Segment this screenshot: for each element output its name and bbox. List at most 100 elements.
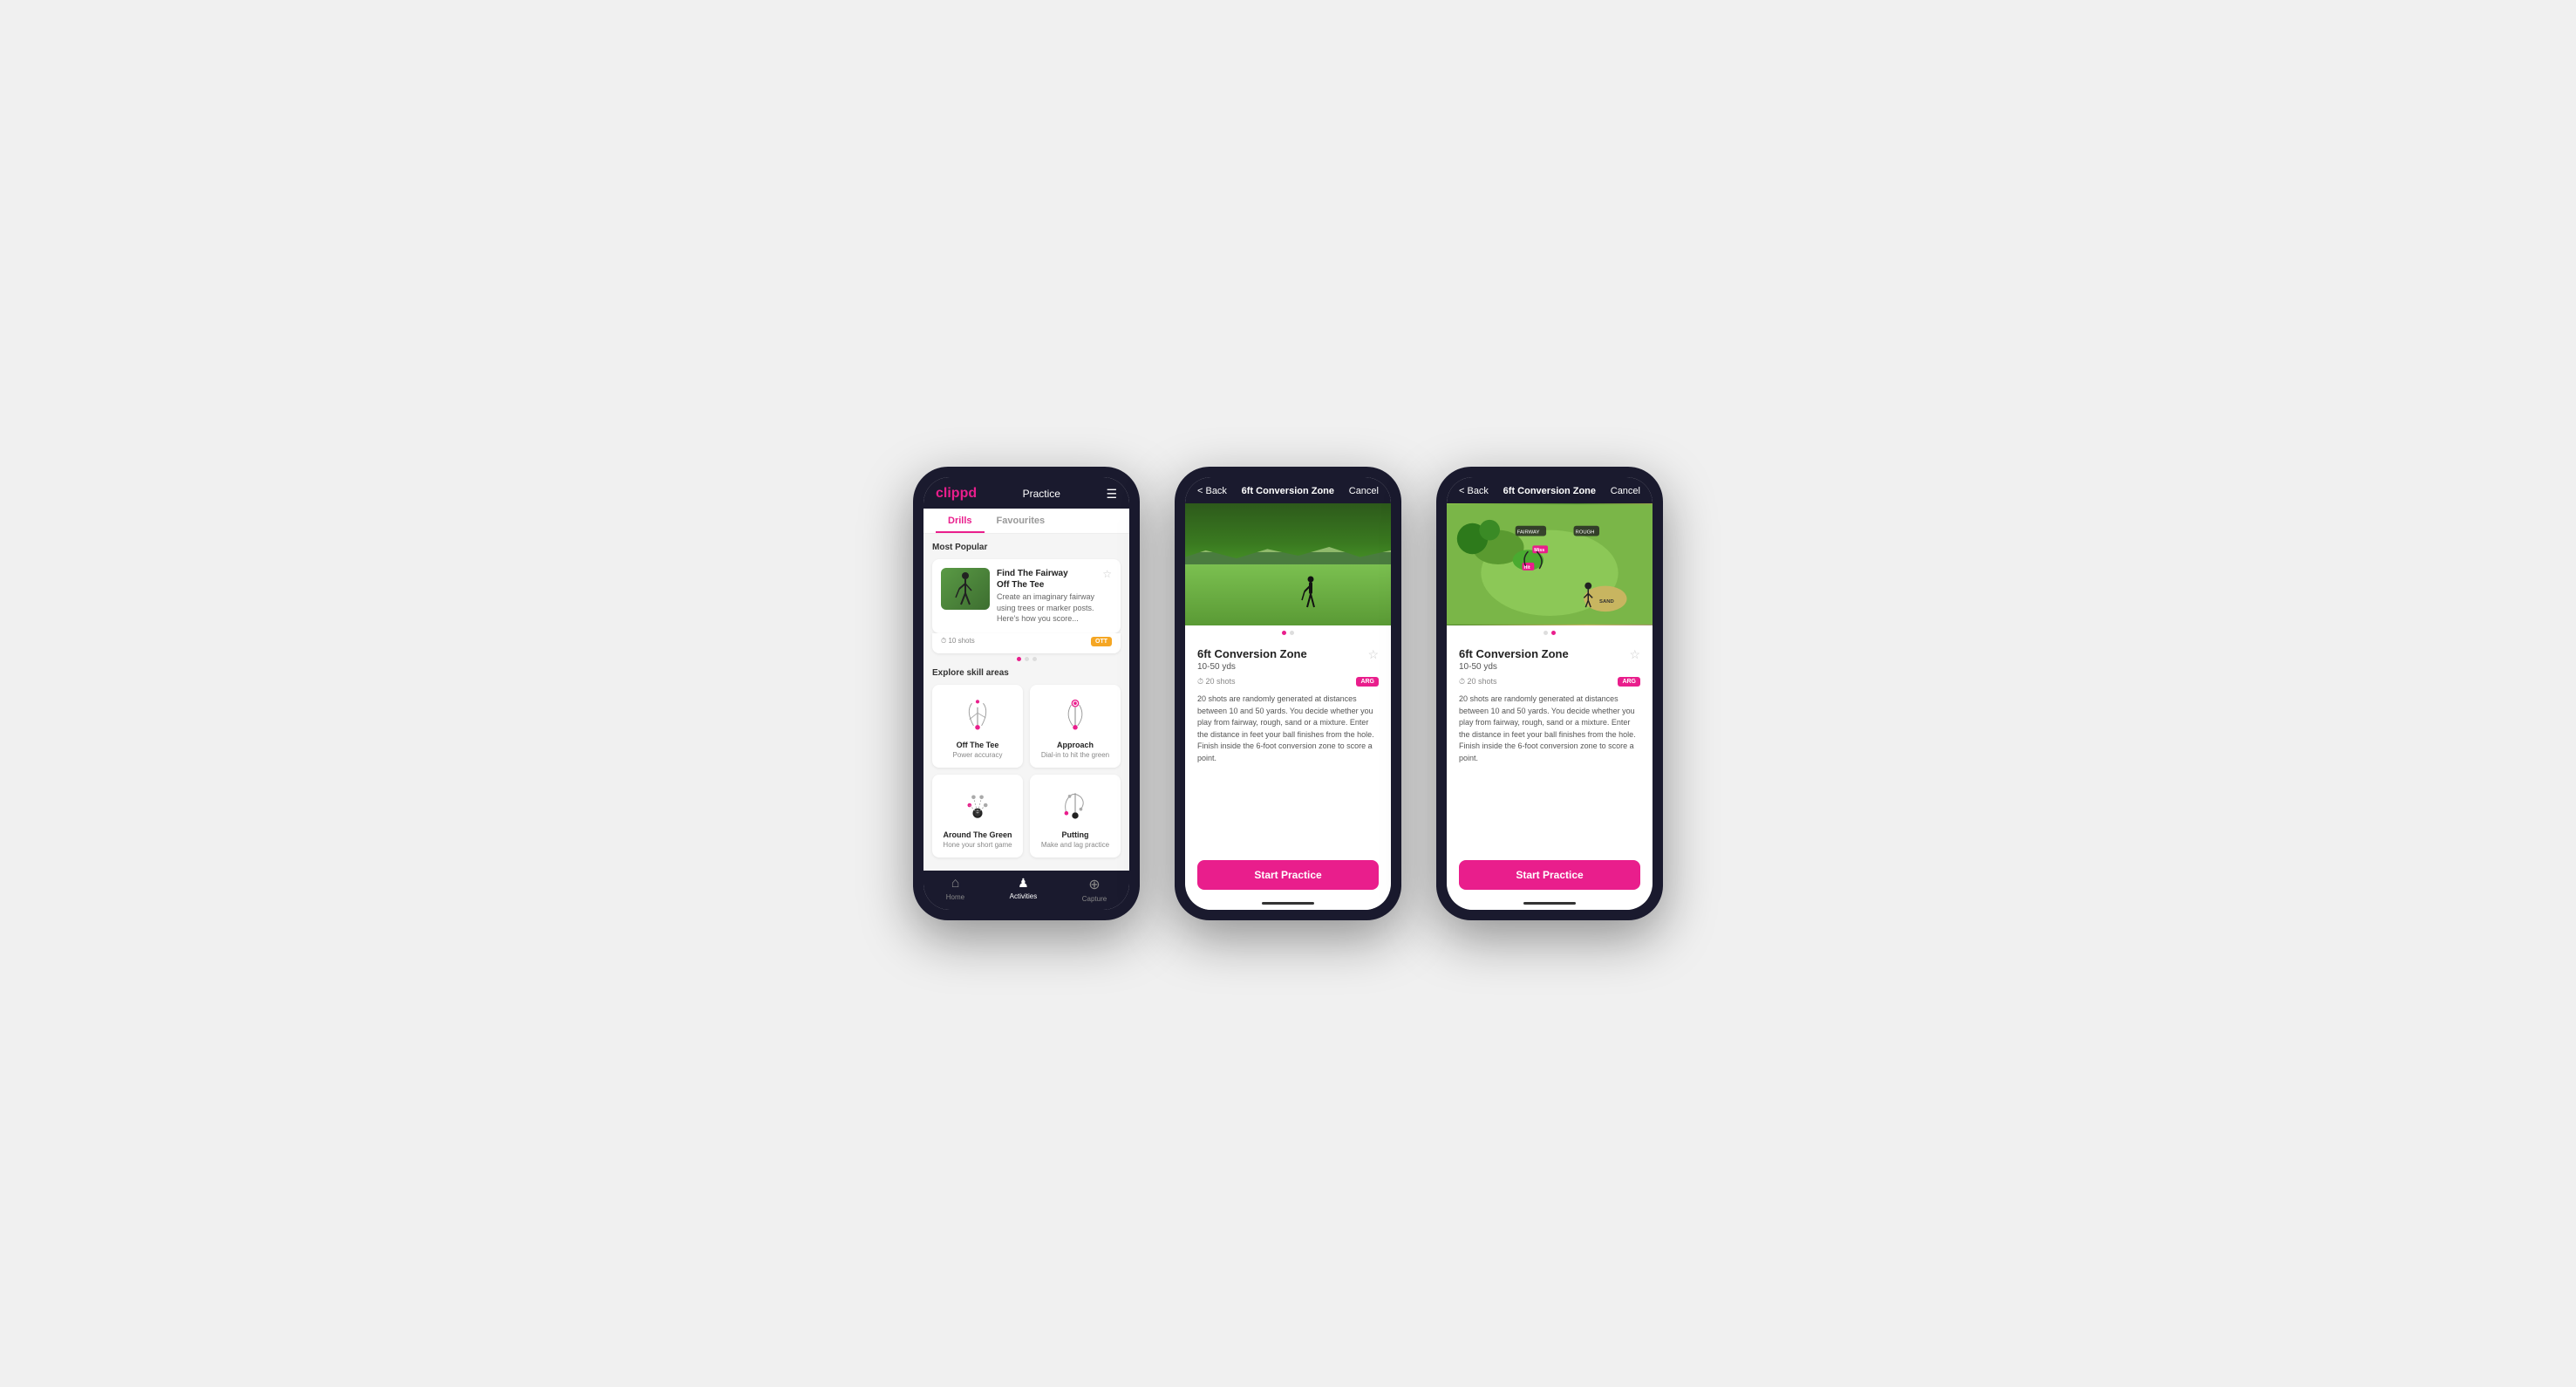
ott-badge: OTT (1091, 637, 1112, 646)
phones-container: clippd Practice ☰ Drills Favourites Most… (913, 467, 1663, 920)
atg-icon-area (956, 783, 999, 827)
cancel-button[interactable]: Cancel (1349, 486, 1379, 496)
putting-skill-icon (1055, 785, 1095, 825)
dot-2 (1025, 657, 1029, 661)
skill-card-atg[interactable]: Around The Green Hone your short game (932, 775, 1023, 857)
ott-skill-icon (957, 695, 998, 735)
featured-drill-card[interactable]: Find The Fairway Off The Tee Create an i… (932, 559, 1121, 633)
svg-text:Hit: Hit (1524, 565, 1530, 571)
approach-skill-icon (1055, 695, 1095, 735)
start-practice-button-p3[interactable]: Start Practice (1459, 860, 1640, 890)
phone1-content: Most Popular (923, 534, 1129, 871)
skill-card-ott[interactable]: Off The Tee Power accuracy (932, 685, 1023, 768)
tab-favourites[interactable]: Favourites (985, 509, 1058, 533)
svg-text:SAND: SAND (1599, 599, 1614, 605)
svg-text:FAIRWAY: FAIRWAY (1517, 530, 1540, 536)
back-button-p3[interactable]: < Back (1459, 486, 1489, 496)
drill-map: SAND FAIRWAY (1447, 503, 1653, 625)
detail-header-title-p3: 6ft Conversion Zone (1503, 486, 1596, 496)
detail-shots-row: ⏱ 20 shots ARG (1197, 677, 1379, 687)
capture-icon: ⊕ (1088, 876, 1100, 893)
nav-capture[interactable]: ⊕ Capture (1082, 876, 1107, 903)
atg-skill-icon (957, 785, 998, 825)
approach-skill-name: Approach (1057, 741, 1094, 749)
putting-skill-name: Putting (1062, 830, 1089, 839)
activities-icon: ♟ (1018, 876, 1029, 891)
phone-1: clippd Practice ☰ Drills Favourites Most… (913, 467, 1140, 920)
explore-label: Explore skill areas (932, 668, 1121, 678)
putting-icon-area (1053, 783, 1097, 827)
nav-activities[interactable]: ♟ Activities (1010, 876, 1038, 903)
drill-subtitle: Off The Tee (997, 579, 1095, 591)
atg-skill-desc: Hone your short game (943, 841, 1012, 849)
tabs-bar: Drills Favourites (923, 509, 1129, 534)
skill-card-approach[interactable]: Approach Dial-in to hit the green (1030, 685, 1121, 768)
menu-icon[interactable]: ☰ (1106, 487, 1117, 502)
tab-drills[interactable]: Drills (936, 509, 985, 533)
putting-skill-desc: Make and lag practice (1041, 841, 1109, 849)
detail-range: 10-50 yds (1197, 662, 1307, 672)
dot-3 (1032, 657, 1037, 661)
back-button[interactable]: < Back (1197, 486, 1227, 496)
drill-description: Create an imaginary fairway using trees … (997, 591, 1095, 625)
drill-photo (1185, 503, 1391, 625)
golfer-icon (952, 571, 978, 606)
header-title: Practice (1023, 488, 1060, 500)
home-icon: ⌂ (951, 876, 960, 892)
svg-text:ROUGH: ROUGH (1576, 530, 1595, 536)
ott-skill-name: Off The Tee (957, 741, 999, 749)
golf-photo-scene (1185, 503, 1391, 625)
dot-1 (1017, 657, 1021, 661)
detail-star-icon[interactable]: ☆ (1367, 647, 1379, 662)
detail-description: 20 shots are randomly generated at dista… (1197, 694, 1379, 764)
detail-info-p3: 6ft Conversion Zone 10-50 yds ☆ ⏱ 20 sho… (1447, 639, 1653, 773)
detail-dot-2 (1290, 631, 1294, 635)
ott-icon-area (956, 694, 999, 737)
nav-home[interactable]: ⌂ Home (946, 876, 964, 903)
nav-capture-label: Capture (1082, 895, 1107, 903)
detail-shots-row-p3: ⏱ 20 shots ARG (1459, 677, 1640, 687)
approach-icon-area (1053, 694, 1097, 737)
phone2-header: < Back 6ft Conversion Zone Cancel (1185, 477, 1391, 503)
detail-arg-badge-p3: ARG (1618, 677, 1640, 687)
most-popular-label: Most Popular (932, 543, 1121, 552)
skill-card-putting[interactable]: Putting Make and lag practice (1030, 775, 1121, 857)
detail-drill-title: 6ft Conversion Zone (1197, 647, 1307, 660)
fairway-area (1185, 564, 1391, 625)
golfer-svg (1301, 576, 1320, 612)
detail-shots-text-p3: ⏱ 20 shots (1459, 677, 1497, 687)
detail-dots-p3 (1447, 625, 1653, 639)
detail-star-icon-p3[interactable]: ☆ (1629, 647, 1640, 662)
drill-thumb-inner (941, 568, 990, 610)
phone3-content: SAND FAIRWAY (1447, 503, 1653, 851)
detail-drill-title-p3: 6ft Conversion Zone (1459, 647, 1569, 660)
detail-header-title: 6ft Conversion Zone (1242, 486, 1334, 496)
phone-2: < Back 6ft Conversion Zone Cancel (1175, 467, 1401, 920)
svg-text:Miss: Miss (1534, 548, 1544, 553)
phone3-header: < Back 6ft Conversion Zone Cancel (1447, 477, 1653, 503)
golf-map-scene: SAND FAIRWAY (1447, 503, 1653, 625)
detail-dots (1185, 625, 1391, 639)
start-practice-button-p2[interactable]: Start Practice (1197, 860, 1379, 890)
phone-2-screen: < Back 6ft Conversion Zone Cancel (1185, 477, 1391, 910)
nav-activities-label: Activities (1010, 892, 1038, 900)
phone1-header: clippd Practice ☰ (923, 477, 1129, 509)
bottom-nav: ⌂ Home ♟ Activities ⊕ Capture (923, 871, 1129, 910)
phone-3: < Back 6ft Conversion Zone Cancel (1436, 467, 1663, 920)
detail-dot-1 (1282, 631, 1286, 635)
golf-map-svg: SAND FAIRWAY (1447, 503, 1653, 625)
detail-dot-2-p3 (1551, 631, 1556, 635)
home-indicator-p3 (1523, 902, 1576, 905)
favourite-star-icon[interactable]: ☆ (1102, 568, 1112, 580)
nav-home-label: Home (946, 893, 964, 901)
cancel-button-p3[interactable]: Cancel (1611, 486, 1640, 496)
detail-range-p3: 10-50 yds (1459, 662, 1569, 672)
trees-area (1185, 503, 1391, 571)
home-indicator-p2 (1262, 902, 1314, 905)
ott-skill-desc: Power accuracy (953, 751, 1003, 759)
carousel-dots (932, 653, 1121, 665)
detail-dot-1-p3 (1544, 631, 1548, 635)
drill-meta-row: ⏱ 10 shots OTT (932, 633, 1121, 653)
drill-info: Find The Fairway Off The Tee Create an i… (997, 568, 1095, 625)
phone-3-screen: < Back 6ft Conversion Zone Cancel (1447, 477, 1653, 910)
